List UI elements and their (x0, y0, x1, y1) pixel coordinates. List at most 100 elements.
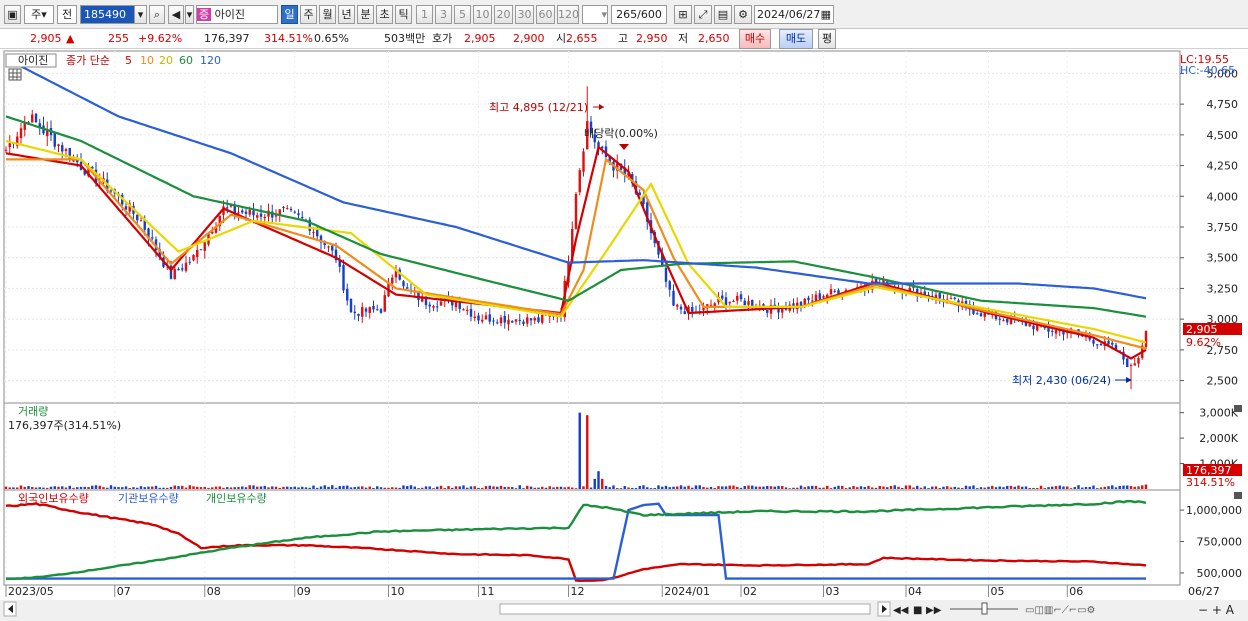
candle-body (683, 311, 686, 314)
market-select[interactable]: 전 (57, 5, 77, 24)
volume-bar (882, 486, 885, 489)
save-icon[interactable]: ▤ (714, 5, 732, 24)
period-tab-tick[interactable]: 틱 (395, 5, 412, 24)
volume-bar (181, 485, 184, 489)
ma60-legend: 60 (179, 54, 193, 67)
count-button-120[interactable]: 120 (557, 5, 579, 24)
volume-bar (556, 486, 559, 489)
period-tab-month[interactable]: 월 (319, 5, 336, 24)
count-button-20[interactable]: 20 (494, 5, 513, 24)
volume-bar (664, 485, 668, 489)
x-axis-label: 04 (908, 585, 922, 598)
candle-body (454, 302, 458, 308)
count-button-10[interactable]: 10 (473, 5, 492, 24)
volume-bar (766, 485, 769, 489)
period-tab-minute[interactable]: 분 (357, 5, 374, 24)
window-menu-icon[interactable]: ▣ (4, 5, 21, 24)
candle-body (818, 293, 821, 300)
draw-tool-icon[interactable]: ⤢ (694, 5, 712, 24)
volume-panel-close-icon[interactable] (1234, 405, 1242, 412)
buy-button[interactable]: 매수 (739, 29, 771, 49)
volume-bar (1137, 486, 1140, 489)
volume-bar (582, 486, 585, 489)
count-button-60[interactable]: 60 (536, 5, 555, 24)
candle-body (507, 319, 510, 325)
settings-gear-icon[interactable]: ⚙ (734, 5, 752, 24)
candle-body (376, 309, 379, 311)
first-page-icon[interactable]: ◀◀ (893, 605, 909, 616)
custom-count-dropdown-icon[interactable]: ▾ (582, 5, 608, 24)
sell-button[interactable]: 매도 (779, 29, 813, 49)
layout-tools-icon[interactable]: ▭◫▥⌐⟋⌐▭⚙ (1025, 605, 1096, 616)
candle-body (34, 113, 38, 123)
evaluation-button[interactable]: 평 (818, 29, 836, 49)
volume-bar (661, 486, 664, 489)
direction-arrow-icon: ▲ (66, 32, 75, 45)
volume-bar (466, 487, 469, 489)
period-unit-select[interactable]: 주▾ (24, 5, 54, 24)
volume-bar (1099, 487, 1103, 489)
scroll-thumb[interactable] (499, 603, 871, 615)
volume-bar (488, 485, 491, 489)
volume-bar (612, 485, 615, 489)
count-button-30[interactable]: 30 (515, 5, 534, 24)
volume-y-tick: 2,000K (1199, 432, 1238, 445)
view-count-field[interactable]: 265/600 (611, 5, 667, 24)
volume-bar (83, 486, 86, 489)
count-button-1[interactable]: 1 (416, 5, 433, 24)
candle-body (109, 190, 113, 192)
volume-bar (886, 487, 889, 489)
count-button-5[interactable]: 5 (454, 5, 471, 24)
volume-bar (346, 485, 349, 489)
count-button-3[interactable]: 3 (435, 5, 452, 24)
candle-body (601, 146, 604, 149)
volume-bar (769, 486, 773, 489)
stock-chart[interactable]: 5,0004,7504,5004,2504,0003,7503,5003,250… (0, 49, 1248, 621)
volume-bar (953, 486, 956, 489)
holdings-y-tick: 750,000 (1197, 536, 1243, 549)
zoom-slider-handle[interactable] (981, 602, 988, 615)
speaker-dropdown-icon[interactable]: ▾ (185, 5, 194, 24)
zoom-controls-icon[interactable]: − + A (1198, 603, 1235, 617)
low-annotation: 최저 2,430 (06/24) (1012, 374, 1111, 387)
volume-bar (102, 487, 105, 489)
price-y-tick: 3,500 (1207, 252, 1239, 265)
volume-bar (968, 486, 971, 489)
volume-bar (653, 488, 656, 489)
volume-title: 거래량 (18, 405, 48, 418)
next-page-icon[interactable]: ▶▶ (926, 605, 942, 616)
candle-body (949, 298, 953, 300)
volume-bar (908, 485, 911, 489)
search-icon[interactable]: ⌕ (149, 5, 165, 24)
stock-code-input[interactable]: 185490 (80, 5, 136, 24)
high-price: 2,950 (636, 32, 668, 45)
holdings-panel-close-icon[interactable] (1234, 492, 1242, 499)
volume-bar (713, 488, 716, 489)
code-dropdown-icon[interactable]: ▾ (134, 5, 147, 24)
volume-bar (139, 486, 143, 489)
volume-bar (1133, 486, 1136, 489)
candle-body (233, 205, 236, 213)
speaker-icon[interactable]: ◀ (168, 5, 184, 24)
volume-bar (567, 486, 570, 489)
period-tab-year[interactable]: 년 (338, 5, 355, 24)
candle-body (582, 151, 585, 172)
chart-tool-icon[interactable]: ⊞ (674, 5, 692, 24)
volume-bar (177, 486, 180, 489)
calendar-icon[interactable]: ▦ (821, 6, 831, 23)
volume-bar (672, 486, 675, 489)
stop-icon[interactable]: ■ (913, 605, 922, 616)
date-field[interactable]: 2024/06/27 ▦ (754, 5, 834, 24)
volume-bar (439, 485, 443, 489)
data-table-icon[interactable] (8, 68, 22, 81)
period-tab-second[interactable]: 초 (376, 5, 393, 24)
volume-bar (353, 487, 356, 489)
volume-bar (1126, 485, 1129, 489)
stock-name-field[interactable]: 증 아이진 (196, 5, 278, 24)
period-tab-week[interactable]: 주 (300, 5, 317, 24)
volume-bar (372, 487, 375, 489)
volume-bar (1122, 485, 1125, 489)
candle-body (526, 317, 529, 324)
volume-bar (477, 487, 480, 489)
period-tab-day[interactable]: 일 (281, 5, 298, 24)
